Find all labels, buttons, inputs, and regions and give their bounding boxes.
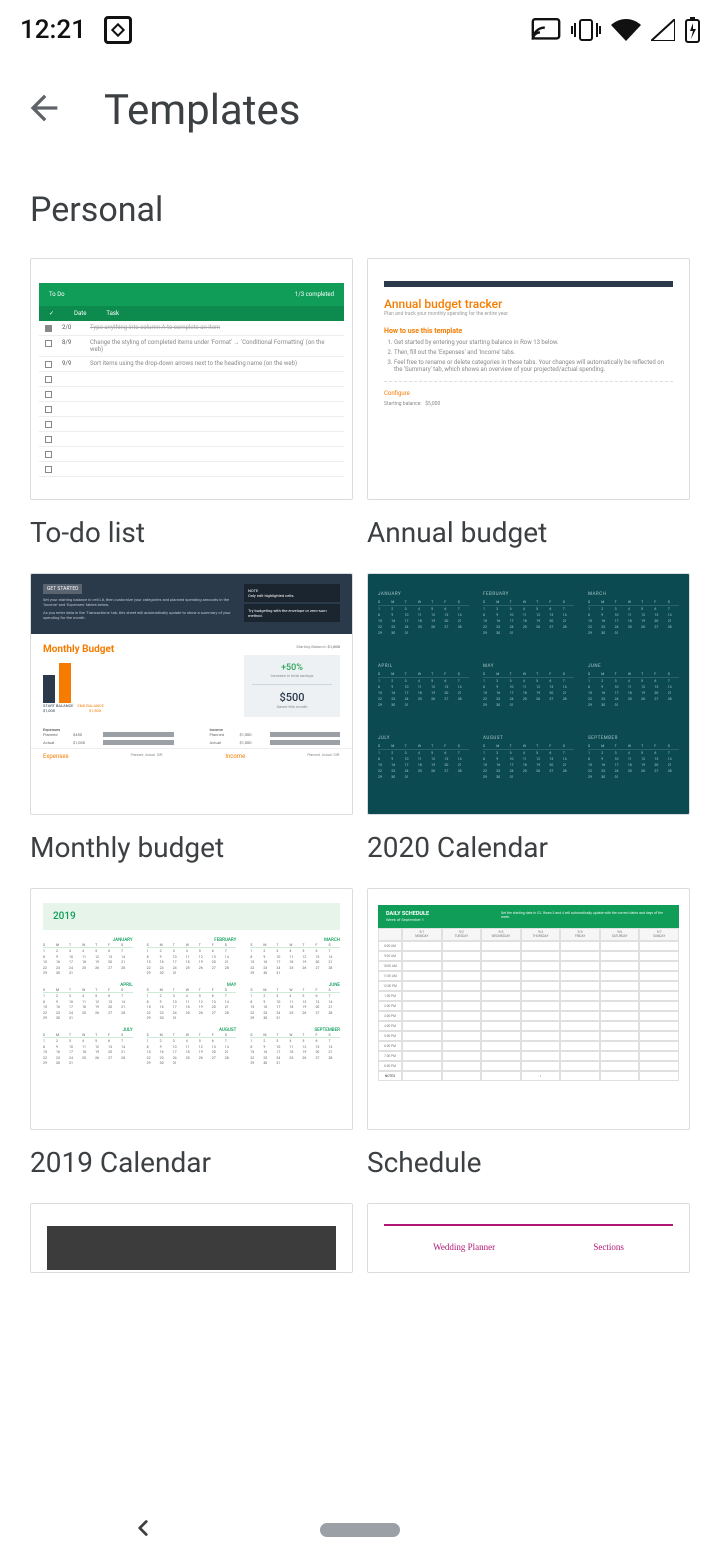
template-preview: Wedding PlannerSections	[367, 1203, 690, 1273]
screenshot-indicator-icon	[104, 16, 132, 44]
template-label: 2020 Calendar	[367, 831, 690, 864]
section-header: Personal	[0, 160, 720, 240]
chevron-left-icon	[130, 1515, 156, 1541]
page-title: Templates	[104, 86, 300, 135]
app-bar: Templates	[0, 60, 720, 160]
template-label: To-do list	[30, 516, 353, 549]
template-label: 2019 Calendar	[30, 1146, 353, 1179]
template-preview: Annual budget tracker Plan and track you…	[367, 258, 690, 500]
status-icons	[531, 17, 700, 43]
template-card-2020-calendar[interactable]: JANUARYSMTWTFS12345678910111213141516171…	[367, 573, 690, 864]
nav-back-button[interactable]	[130, 1515, 156, 1545]
template-card-todo[interactable]: To Do1/3 completed ✓DateTask 2/0Type any…	[30, 258, 353, 549]
template-label: Monthly budget	[30, 831, 353, 864]
template-card-schedule[interactable]: DAILY SCHEDULEWeek of September 1 Set th…	[367, 888, 690, 1179]
arrow-left-icon	[24, 88, 64, 128]
template-preview: JANUARYSMTWTFS12345678910111213141516171…	[367, 573, 690, 815]
template-card-annual-budget[interactable]: Annual budget tracker Plan and track you…	[367, 258, 690, 549]
system-nav-bar	[0, 1500, 720, 1560]
template-card-2019-calendar[interactable]: 2019 JANUARYSMTWTFS123456789101112131415…	[30, 888, 353, 1179]
template-preview: 2019 JANUARYSMTWTFS123456789101112131415…	[30, 888, 353, 1130]
status-time: 12:21	[20, 15, 86, 45]
cast-icon	[531, 18, 561, 42]
vibrate-icon	[571, 18, 601, 42]
template-preview: GET STARTED Set your starting balance in…	[30, 573, 353, 815]
battery-charging-icon	[685, 17, 700, 43]
template-label: Schedule	[367, 1146, 690, 1179]
template-card-monthly-budget[interactable]: GET STARTED Set your starting balance in…	[30, 573, 353, 864]
template-card[interactable]	[30, 1203, 353, 1273]
cellular-icon	[651, 19, 675, 41]
template-grid: To Do1/3 completed ✓DateTask 2/0Type any…	[0, 240, 720, 1273]
template-preview: To Do1/3 completed ✓DateTask 2/0Type any…	[30, 258, 353, 500]
wifi-icon	[611, 19, 641, 41]
template-preview: DAILY SCHEDULEWeek of September 1 Set th…	[367, 888, 690, 1130]
back-button[interactable]	[24, 88, 64, 132]
nav-home-pill[interactable]	[320, 1523, 400, 1537]
template-preview	[30, 1203, 353, 1273]
status-bar: 12:21	[0, 0, 720, 60]
template-card[interactable]: Wedding PlannerSections	[367, 1203, 690, 1273]
template-label: Annual budget	[367, 516, 690, 549]
